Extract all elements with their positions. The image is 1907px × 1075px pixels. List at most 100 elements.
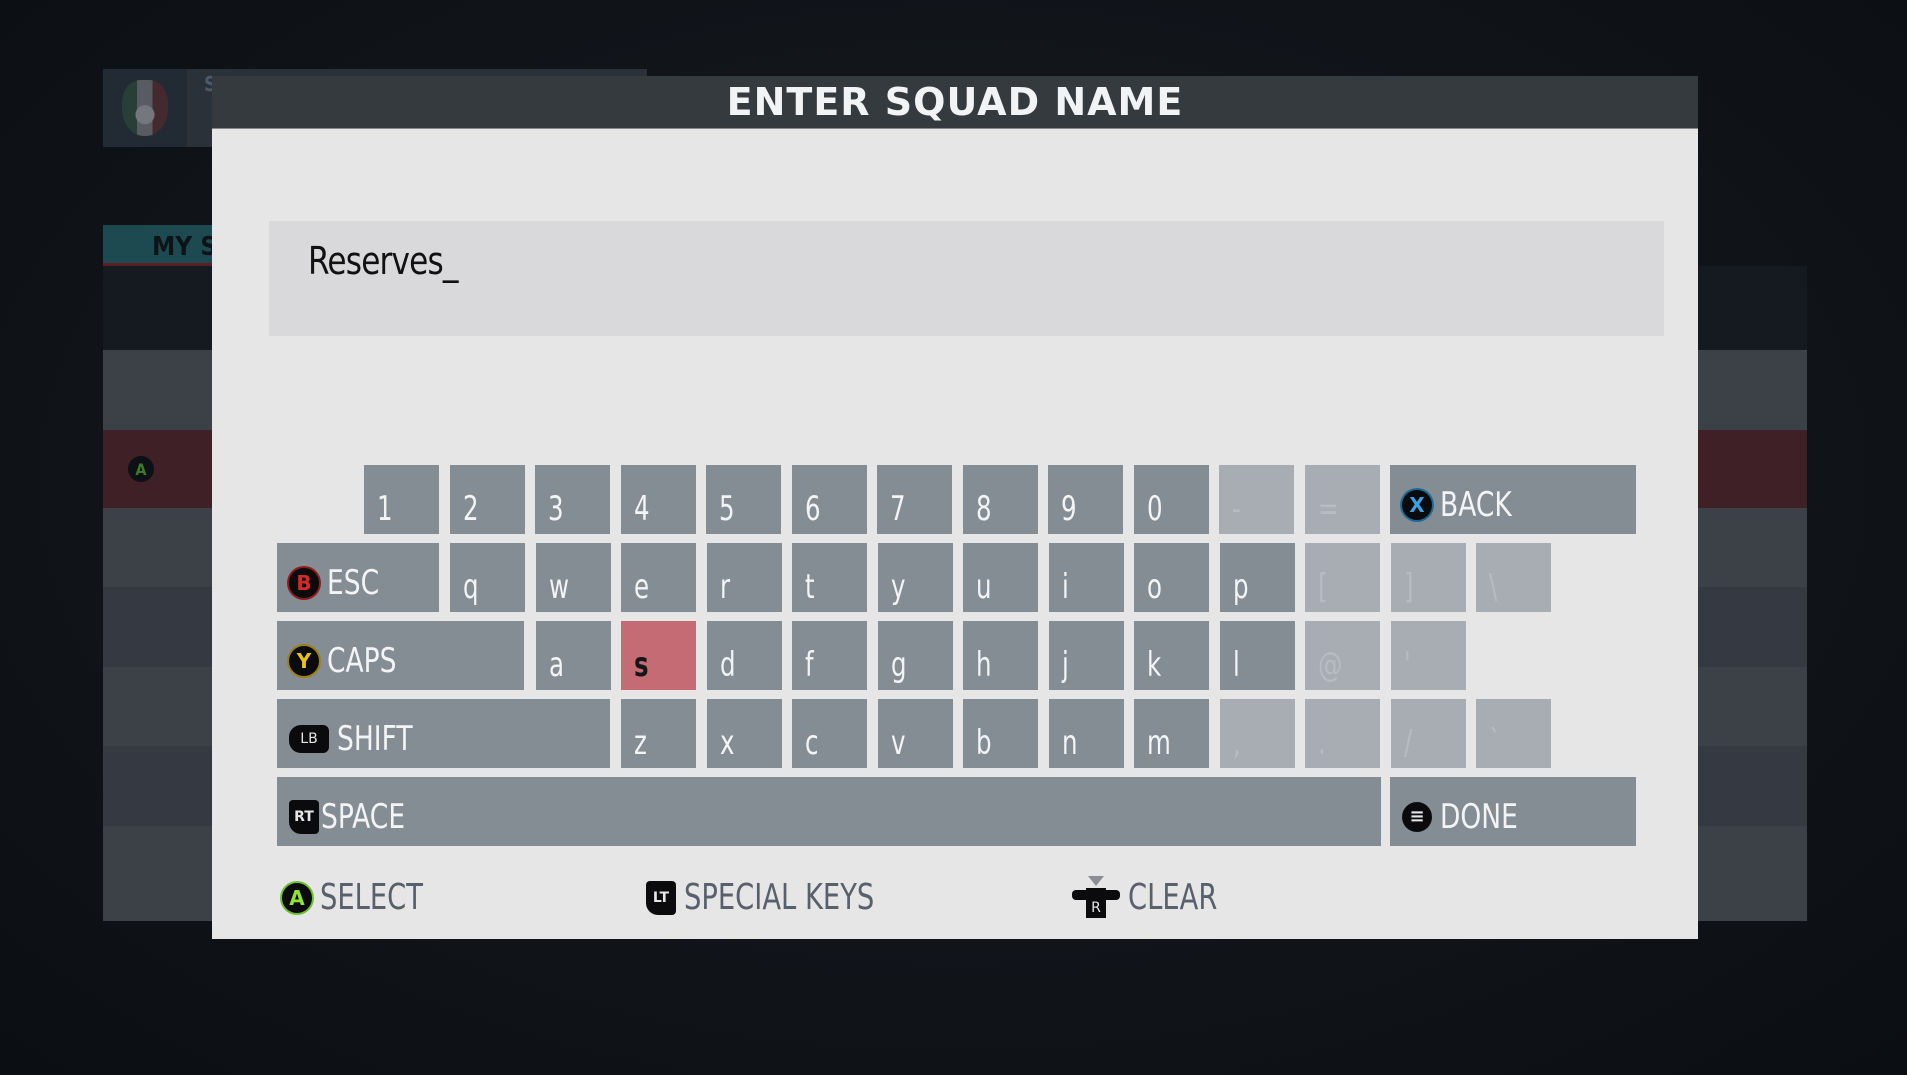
key-j[interactable]: j <box>1049 621 1124 690</box>
esc-key[interactable]: B ESC <box>277 543 439 612</box>
key-label: q <box>463 567 479 607</box>
key-label: i <box>1062 567 1069 607</box>
key-symbol[interactable]: ` <box>1476 699 1551 768</box>
key-label: ` <box>1489 723 1502 763</box>
key-label: p <box>1233 567 1249 607</box>
shift-key[interactable]: LB SHIFT <box>277 699 610 768</box>
key-label: 2 <box>463 489 479 529</box>
key-symbol[interactable]: . <box>1305 699 1380 768</box>
key-u[interactable]: u <box>963 543 1038 612</box>
key-z[interactable]: z <box>621 699 696 768</box>
key-1[interactable]: 1 <box>364 465 439 534</box>
key-7[interactable]: 7 <box>877 465 952 534</box>
key-label: x <box>720 723 735 763</box>
a-button-icon: A <box>128 456 154 482</box>
key-label: d <box>720 645 736 685</box>
key-label: k <box>1147 645 1162 685</box>
key-symbol[interactable]: ' <box>1391 621 1466 690</box>
key-label: 1 <box>377 489 393 529</box>
key-label: ] <box>1404 567 1414 607</box>
key-x[interactable]: x <box>707 699 782 768</box>
lb-button-icon: LB <box>289 724 329 753</box>
space-key[interactable]: RT SPACE <box>277 777 1381 846</box>
key-w[interactable]: w <box>536 543 611 612</box>
key-e[interactable]: e <box>621 543 696 612</box>
key-4[interactable]: 4 <box>621 465 696 534</box>
x-button-icon: X <box>1402 489 1432 520</box>
key-label: c <box>805 723 819 763</box>
key-h[interactable]: h <box>963 621 1038 690</box>
back-key[interactable]: X BACK <box>1390 465 1636 534</box>
key-label: 5 <box>719 489 735 529</box>
key-symbol[interactable]: - <box>1219 465 1294 534</box>
key-v[interactable]: v <box>878 699 953 768</box>
dialog-title-bar: ENTER SQUAD NAME <box>212 76 1698 129</box>
key-symbol[interactable]: \ <box>1476 543 1551 612</box>
team-crest-tile <box>103 69 187 147</box>
squad-name-input[interactable]: Reserves_ <box>269 221 1664 336</box>
key-t[interactable]: t <box>792 543 867 612</box>
key-a[interactable]: a <box>536 621 611 690</box>
done-key[interactable]: ≡ DONE <box>1390 777 1636 846</box>
key-o[interactable]: o <box>1134 543 1209 612</box>
key-p[interactable]: p <box>1220 543 1295 612</box>
key-label: u <box>976 567 992 607</box>
key-label: l <box>1233 645 1240 685</box>
key-label: f <box>805 645 814 685</box>
key-label: w <box>549 567 570 607</box>
key-label: - <box>1232 489 1241 529</box>
key-n[interactable]: n <box>1049 699 1124 768</box>
key-m[interactable]: m <box>1134 699 1209 768</box>
key-label: [ <box>1318 567 1328 607</box>
key-symbol[interactable]: @ <box>1305 621 1380 690</box>
key-label: n <box>1062 723 1078 763</box>
done-key-label: DONE <box>1440 796 1518 837</box>
key-6[interactable]: 6 <box>792 465 867 534</box>
squad-name-value: Reserves_ <box>308 239 459 283</box>
key-i[interactable]: i <box>1049 543 1124 612</box>
key-label: j <box>1062 645 1069 685</box>
key-label: 4 <box>634 489 650 529</box>
footer-special-keys-hint: LT SPECIAL KEYS <box>646 876 934 920</box>
key-label: r <box>720 567 731 607</box>
key-d[interactable]: d <box>707 621 782 690</box>
key-label: 6 <box>805 489 821 529</box>
key-q[interactable]: q <box>450 543 525 612</box>
key-9[interactable]: 9 <box>1048 465 1123 534</box>
key-0[interactable]: 0 <box>1134 465 1209 534</box>
key-r[interactable]: r <box>707 543 782 612</box>
key-k[interactable]: k <box>1134 621 1209 690</box>
shift-key-label: SHIFT <box>337 718 413 759</box>
menu-button-icon: ≡ <box>1402 801 1432 832</box>
key-label: = <box>1318 489 1339 529</box>
key-3[interactable]: 3 <box>535 465 610 534</box>
key-symbol[interactable]: [ <box>1305 543 1380 612</box>
key-g[interactable]: g <box>878 621 953 690</box>
key-c[interactable]: c <box>792 699 867 768</box>
key-y[interactable]: y <box>878 543 953 612</box>
rt-button-icon: RT <box>289 799 319 834</box>
key-symbol[interactable]: = <box>1305 465 1380 534</box>
key-label: o <box>1147 567 1162 607</box>
caps-key[interactable]: Y CAPS <box>277 621 524 690</box>
key-label: 7 <box>890 489 906 529</box>
key-f[interactable]: f <box>792 621 867 690</box>
key-label: 9 <box>1061 489 1077 529</box>
key-8[interactable]: 8 <box>963 465 1038 534</box>
key-symbol[interactable]: ] <box>1391 543 1466 612</box>
key-label: t <box>805 567 815 607</box>
key-label: 0 <box>1147 489 1163 529</box>
key-b[interactable]: b <box>963 699 1038 768</box>
key-label: g <box>891 645 907 685</box>
enter-squad-name-dialog: ENTER SQUAD NAME Reserves_ X BACK B ESC … <box>212 76 1698 939</box>
key-label: h <box>976 645 992 685</box>
key-symbol[interactable]: / <box>1391 699 1466 768</box>
footer-select-hint: A SELECT <box>282 876 456 920</box>
key-2[interactable]: 2 <box>450 465 525 534</box>
key-s[interactable]: s <box>621 621 696 690</box>
key-symbol[interactable]: , <box>1220 699 1295 768</box>
key-label: ' <box>1404 645 1411 685</box>
key-5[interactable]: 5 <box>706 465 781 534</box>
key-l[interactable]: l <box>1220 621 1295 690</box>
key-label: y <box>891 567 906 607</box>
